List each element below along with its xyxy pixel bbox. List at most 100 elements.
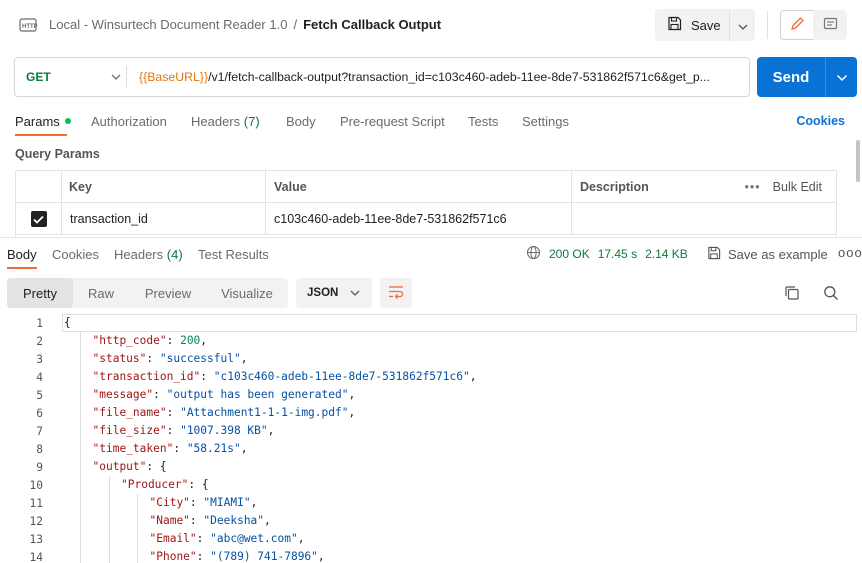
tab-settings[interactable]: Settings [522, 114, 569, 129]
code-line: 7 "file_size": "1007.398 KB", [0, 422, 862, 440]
checkbox-icon[interactable] [30, 211, 47, 227]
url-path: /v1/fetch-callback-output?transaction_id… [208, 70, 710, 84]
response-body-editor[interactable]: 1{2 "http_code": 200, 3 "status": "successf… [0, 314, 862, 563]
bulk-edit-link[interactable]: Bulk Edit [773, 180, 822, 194]
line-number: 6 [36, 406, 43, 420]
send-button[interactable]: Send [757, 57, 825, 97]
tab-pre-request-script[interactable]: Pre-request Script [340, 114, 445, 129]
tab-label: Body [286, 114, 316, 129]
code-line: 10 "Producer": { [0, 476, 862, 494]
chevron-down-icon [350, 287, 360, 299]
comments-button[interactable] [813, 10, 847, 40]
wrap-lines-button[interactable] [380, 278, 412, 308]
code-line: 8 "time_taken": "58.21s", [0, 440, 862, 458]
code-text: "Email": "abc@wet.com", [149, 532, 305, 545]
line-number: 9 [36, 460, 43, 474]
response-status-bar: 200 OK 17.45 s 2.14 KB [526, 245, 688, 263]
tab-response-body[interactable]: Body [7, 247, 37, 262]
more-icon[interactable]: ••• [745, 180, 761, 194]
code-line: 1{ [0, 314, 862, 332]
tab-tests[interactable]: Tests [468, 114, 498, 129]
query-params-table: Key Value Description ••• Bulk Edit tran… [15, 170, 837, 236]
save-button[interactable]: Save [655, 9, 729, 41]
tab-label: Params [15, 114, 60, 129]
tab-response-cookies[interactable]: Cookies [52, 247, 99, 262]
svg-text:HTTP: HTTP [22, 24, 37, 30]
code-line: 13 "Email": "abc@wet.com", [0, 530, 862, 548]
line-number: 13 [29, 532, 43, 546]
comment-icon [823, 17, 838, 34]
request-title[interactable]: Fetch Callback Output [303, 17, 441, 32]
globe-icon[interactable] [526, 245, 541, 263]
view-pretty-button[interactable]: Pretty [7, 278, 73, 308]
search-icon[interactable] [823, 285, 839, 304]
active-dot [64, 118, 71, 124]
param-description[interactable] [572, 203, 836, 235]
status-code[interactable]: 200 OK [549, 247, 590, 261]
code-text: "transaction_id": "c103c460-adeb-11ee-8d… [92, 370, 477, 383]
view-preview-button[interactable]: Preview [129, 278, 207, 308]
copy-icon[interactable] [784, 285, 800, 304]
save-icon [707, 246, 721, 263]
code-line: 14 "Phone": "(789) 741-7896", [0, 548, 862, 563]
line-number: 2 [36, 334, 43, 348]
view-raw-button[interactable]: Raw [73, 278, 129, 308]
view-visualize-button[interactable]: Visualize [207, 278, 287, 308]
divider [126, 66, 127, 88]
tab-body[interactable]: Body [286, 114, 316, 129]
tab-response-headers[interactable]: Headers (4) [114, 247, 183, 262]
more-options-icon[interactable]: ooo [838, 245, 862, 263]
cookies-link[interactable]: Cookies [796, 114, 845, 128]
param-key[interactable]: transaction_id [62, 203, 266, 235]
save-options-button[interactable] [729, 9, 755, 41]
breadcrumb-parent[interactable]: Local - Winsurtech Document Reader 1.0 [49, 17, 287, 32]
code-line: 11 "City": "MIAMI", [0, 494, 862, 512]
url-input[interactable]: {{BaseURL}}/v1/fetch-callback-output?tra… [139, 70, 743, 84]
indent-guide [137, 494, 139, 563]
line-number: 7 [36, 424, 43, 438]
save-as-example-button[interactable]: Save as example [707, 245, 828, 263]
line-number: 1 [36, 316, 43, 330]
indent-guide [108, 476, 110, 563]
column-header-value: Value [266, 171, 572, 203]
chevron-down-icon [738, 18, 748, 33]
tab-authorization[interactable]: Authorization [91, 114, 167, 129]
edit-mode-button[interactable] [780, 10, 814, 40]
tab-label: Pre-request Script [340, 114, 445, 129]
response-time[interactable]: 17.45 s [598, 247, 637, 261]
active-tab-indicator [15, 134, 67, 136]
format-select[interactable]: JSON [296, 278, 372, 308]
code-text: "Producer": { [121, 478, 209, 491]
tab-count: (7) [243, 114, 260, 129]
tab-headers[interactable]: Headers (7) [191, 114, 260, 129]
line-number: 14 [29, 550, 43, 563]
code-line: 9 "output": { [0, 458, 862, 476]
param-value[interactable]: c103c460-adeb-11ee-8de7-531862f571c6 [266, 203, 572, 235]
code-text: "Name": "Deeksha", [149, 514, 271, 527]
line-number: 11 [29, 496, 43, 510]
tab-params[interactable]: Params [15, 114, 71, 129]
send-options-button[interactable] [825, 57, 857, 97]
response-size[interactable]: 2.14 KB [645, 247, 688, 261]
divider [767, 11, 768, 39]
active-tab-indicator [7, 267, 37, 269]
code-text: "http_code": 200, [92, 334, 208, 347]
code-text: "City": "MIAMI", [149, 496, 258, 509]
scrollbar[interactable] [856, 140, 860, 182]
save-label: Save [691, 17, 721, 33]
checkbox-cell [16, 203, 62, 235]
table-header-row: Key Value Description ••• Bulk Edit [16, 171, 836, 203]
tab-test-results[interactable]: Test Results [198, 247, 269, 262]
top-bar: HTTP Local - Winsurtech Document Reader … [0, 0, 862, 50]
chevron-down-icon [110, 71, 122, 86]
view-mode-group: Pretty Raw Preview Visualize [7, 278, 288, 308]
tab-label: Tests [468, 114, 499, 129]
pane-divider[interactable] [0, 237, 862, 238]
code-line: 5 "message": "output has been generated", [0, 386, 862, 404]
url-bar: GET {{BaseURL}}/v1/fetch-callback-output… [14, 57, 750, 97]
header-checkbox-cell [16, 171, 62, 203]
bulk-edit-area: ••• Bulk Edit [745, 180, 822, 194]
method-select[interactable]: GET [15, 58, 126, 96]
code-text: { [64, 316, 71, 329]
line-number: 12 [29, 514, 43, 528]
